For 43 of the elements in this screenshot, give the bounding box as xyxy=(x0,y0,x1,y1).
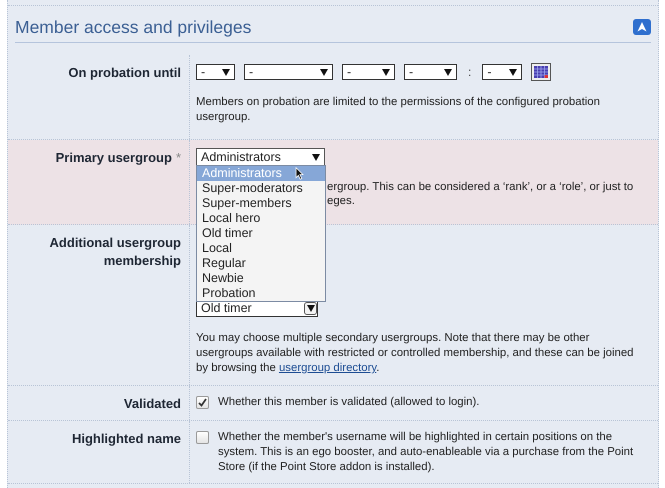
checkbox[interactable] xyxy=(196,431,209,444)
date-select[interactable]: - xyxy=(244,64,333,80)
description-fragment: ergroup. This can be considered a ‘rank’, or a ‘role’, or just to xyxy=(327,180,634,194)
dropdown-option[interactable]: Super-members xyxy=(197,196,325,211)
field-label: Highlighted name xyxy=(72,431,181,446)
caret-icon xyxy=(320,68,328,76)
checkmark-icon xyxy=(198,398,207,407)
caret-icon xyxy=(306,305,314,312)
calendar-icon[interactable] xyxy=(531,63,552,81)
scroll-down-button[interactable] xyxy=(304,302,317,315)
caret-icon xyxy=(382,68,390,76)
field-label: Validated xyxy=(124,396,181,411)
dropdown-option[interactable]: Old timer xyxy=(197,226,325,241)
field-label: Primary usergroup xyxy=(56,150,172,165)
field-description: Members on probation are limited to the permissions of the configured probation usergroup. xyxy=(196,95,601,125)
usergroup-select[interactable]: Administrators xyxy=(196,148,325,166)
collapse-icon[interactable] xyxy=(633,19,651,35)
dropdown-option[interactable]: Super-moderators xyxy=(197,181,325,196)
date-select[interactable]: - xyxy=(482,64,522,80)
caret-icon xyxy=(222,68,230,76)
required-mark: * xyxy=(176,150,181,165)
usergroup-directory-link[interactable]: usergroup directory xyxy=(278,362,376,374)
multiselect-option[interactable]: Old timer xyxy=(197,302,252,315)
section-title: Member access and privileges xyxy=(15,16,252,38)
field-label: Additional usergroup membership xyxy=(50,235,181,268)
field-description: Whether this member is validated (allowed to login). xyxy=(218,395,480,410)
caret-icon xyxy=(312,154,320,160)
date-select[interactable]: - xyxy=(404,64,457,80)
description-fragment: eges. xyxy=(327,194,355,208)
time-separator: : xyxy=(468,65,472,79)
field-description: Whether the member's username will be highlighted in certain positions on the system. This is an ego booster, and auto-enableable via a purchase from the Point Store (if the Point Store addon is installed). xyxy=(218,430,634,475)
dropdown-option[interactable]: Regular xyxy=(197,256,325,271)
caret-icon xyxy=(509,68,518,76)
date-select[interactable]: - xyxy=(196,64,235,80)
dropdown-option[interactable]: Newbie xyxy=(197,271,325,286)
field-label: On probation until xyxy=(68,65,181,80)
checkbox[interactable] xyxy=(196,396,209,409)
field-description: You may choose multiple secondary usergroups. Note that there may be other usergroups available with restricted or controlled membership, and these can be joined by browsing the usergroup directory. xyxy=(196,331,635,376)
caret-icon xyxy=(444,68,452,76)
dropdown-option[interactable]: Local hero xyxy=(197,211,325,226)
dropdown-option[interactable]: Probation xyxy=(197,286,325,301)
dropdown-option[interactable]: Local xyxy=(197,241,325,256)
date-select[interactable]: - xyxy=(342,64,395,80)
